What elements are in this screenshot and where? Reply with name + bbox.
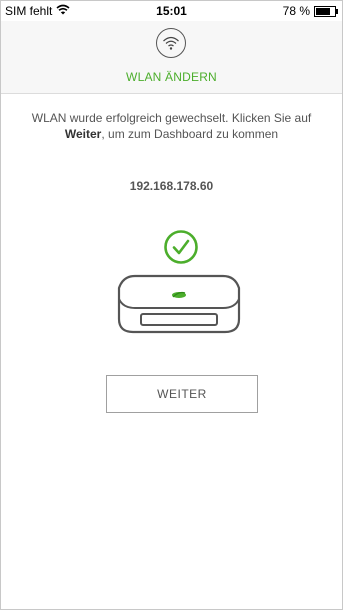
page-title: WLAN ÄNDERN bbox=[126, 70, 217, 84]
message-text-bold: Weiter bbox=[64, 127, 102, 141]
router-device-icon bbox=[115, 273, 243, 335]
battery-percent: 78 % bbox=[282, 4, 310, 18]
message-text-after: , um zum Dashboard zu kommen bbox=[101, 127, 279, 141]
message-text-before: WLAN wurde erfolgreich gewechselt. Klick… bbox=[31, 111, 312, 125]
status-bar: SIM fehlt 15:01 78 % bbox=[1, 1, 342, 21]
header: WLAN ÄNDERN bbox=[1, 21, 342, 94]
battery-fill bbox=[316, 7, 330, 15]
success-message: WLAN wurde erfolgreich gewechselt. Klick… bbox=[21, 110, 322, 142]
status-right: 78 % bbox=[282, 4, 338, 18]
check-circle-icon bbox=[163, 229, 199, 265]
next-button[interactable]: WEITER bbox=[106, 375, 258, 413]
battery-icon bbox=[314, 5, 338, 17]
wifi-icon bbox=[156, 28, 186, 58]
battery-tip bbox=[336, 8, 338, 14]
ip-address: 192.168.178.60 bbox=[129, 179, 214, 193]
